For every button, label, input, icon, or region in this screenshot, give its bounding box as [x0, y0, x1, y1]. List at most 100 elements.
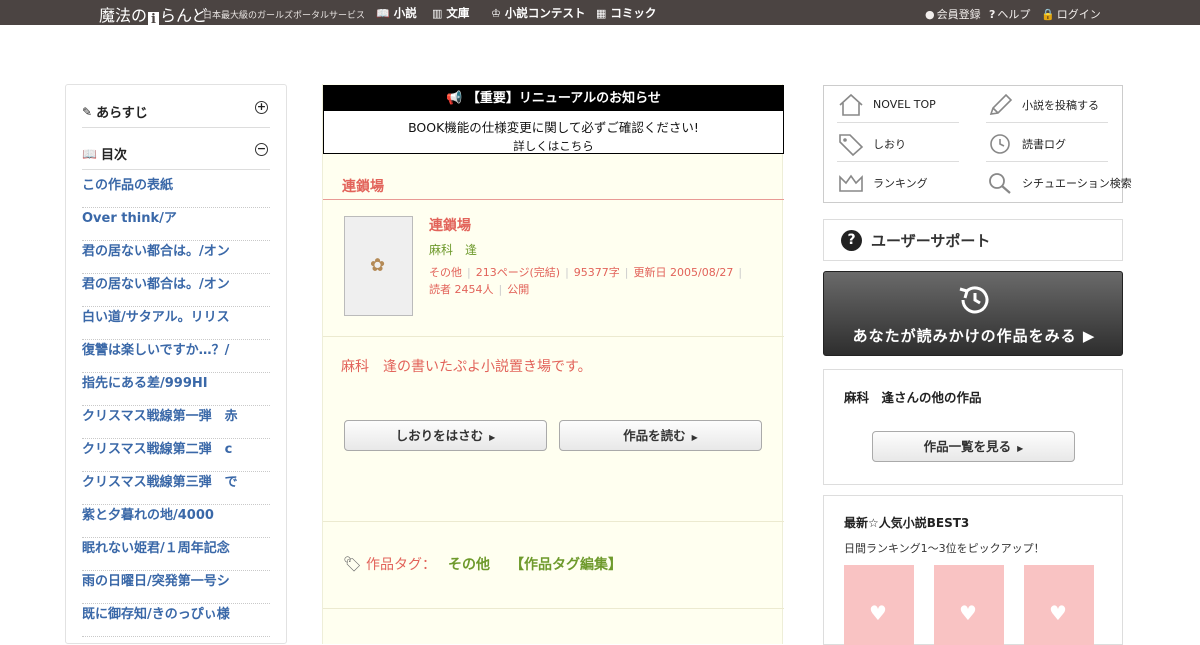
toc-item[interactable]: 君の居ない都合は。/オン — [82, 274, 270, 307]
megaphone-icon: 📢 — [446, 91, 467, 106]
work-author[interactable]: 麻科 逢 — [429, 241, 477, 258]
meta-readers: 読者 2454人 — [429, 283, 494, 296]
meta-updated: 更新日 2005/08/27 — [633, 266, 734, 279]
edit-icon: ✎ — [82, 104, 93, 119]
work-meta: その他 | 213ページ(完結) | 95377字 | 更新日 2005/08/27 |読者 … — [429, 266, 743, 296]
divider — [323, 336, 784, 337]
divider — [323, 521, 784, 522]
toc-item[interactable]: Over think/ア — [82, 208, 270, 241]
meta-status: 公開 — [507, 283, 530, 296]
toc-item[interactable]: この作品の表紙 — [82, 175, 270, 208]
tag-icon: 🏷 — [343, 555, 363, 573]
toc-item[interactable]: クリスマス戦線第二弾 c — [82, 439, 270, 472]
meta-genre[interactable]: その他 — [429, 266, 462, 279]
summary-toggle[interactable]: ✎ あらすじ + — [82, 101, 270, 128]
home-icon — [839, 93, 863, 116]
heart-icon: ♥ — [869, 601, 887, 625]
toc-item[interactable]: 指先にある差/999HI — [82, 373, 270, 406]
best3-thumb[interactable]: ♥ — [844, 565, 914, 645]
toc-item[interactable]: 眠れない姫君/１周年記念 — [82, 538, 270, 571]
menu-situation-search[interactable]: シチュエーション検索 — [986, 165, 1132, 201]
divider — [323, 608, 784, 609]
continue-reading-label: あなたが読みかけの作品をみる ▶ — [852, 327, 1096, 345]
heart-icon: ♥ — [959, 601, 977, 625]
best3-subtitle: 日間ランキング1～3位をピックアップ！ — [844, 542, 1045, 555]
tag-outline-icon — [839, 133, 864, 156]
cover-image[interactable]: ✿ — [344, 216, 413, 316]
lock-icon: 🔒 — [1041, 7, 1055, 21]
search-icon — [989, 173, 1011, 194]
main-content: 📢 【重要】リニューアルのお知らせ BOOK機能の仕様変更に関して必ずご確認くだ… — [322, 84, 784, 644]
plus-circle-icon[interactable]: + — [255, 101, 268, 114]
notice-link[interactable]: 詳しくはこちら — [324, 138, 783, 154]
toc-item[interactable]: クリスマス戦線第三弾 で — [82, 472, 270, 505]
other-works-title: 麻科 逢さんの他の作品 — [844, 390, 982, 405]
support-label: ユーザーサポート — [871, 231, 991, 250]
notice-box[interactable]: 📢 【重要】リニューアルのお知らせ BOOK機能の仕様変更に関して必ずご確認くだ… — [323, 85, 784, 154]
toc-list: この作品の表紙 Over think/ア 君の居ない都合は。/オン 君の居ない都… — [82, 175, 270, 637]
login-link[interactable]: 🔒 ログイン — [1041, 6, 1101, 22]
best3-thumb[interactable]: ♥ — [934, 565, 1004, 645]
history-icon — [990, 133, 1010, 154]
site-tagline: 日本最大級のガールズポータルサービス — [203, 11, 366, 21]
toc-item[interactable]: 紫と夕暮れの地/4000 — [82, 505, 270, 538]
toc-item[interactable]: 既に御存知/きのっぴぃ様 — [82, 604, 270, 637]
open-book-icon: 📖 — [82, 146, 97, 161]
read-button[interactable]: 作品を読む ▶ — [559, 420, 762, 451]
work-description: 麻科 逢の書いたぷよ小説置き場です。 — [341, 359, 592, 375]
menu-reading-log[interactable]: 読書ログ — [986, 126, 1108, 162]
toc-item[interactable]: 白い道/サタアル。リリス — [82, 307, 270, 340]
crown-icon — [839, 174, 863, 192]
bookmark-button[interactable]: しおりをはさむ ▶ — [344, 420, 547, 451]
sidebar: ✎ あらすじ + 📖 目次 − この作品の表紙 Over think/ア 君の居… — [65, 84, 287, 644]
person-icon: ● — [925, 7, 935, 21]
help-icon: ? — [989, 7, 996, 21]
tag-row: 🏷 作品タグ： その他 【作品タグ編集】 — [343, 554, 622, 574]
pencil-icon — [989, 93, 1013, 115]
nav-comic[interactable]: ▦ コミック — [596, 5, 656, 21]
book-icon: 📖 — [376, 6, 390, 20]
best3-box: 最新☆人気小説BEST3 日間ランキング1～3位をピックアップ！ ♥ ♥ ♥ — [823, 495, 1123, 645]
best3-thumb[interactable]: ♥ — [1024, 565, 1094, 645]
nav-contest[interactable]: ♔ 小説コンテスト — [491, 5, 585, 21]
toc-toggle[interactable]: 📖 目次 − — [82, 143, 270, 170]
summary-label: あらすじ — [96, 106, 148, 121]
question-icon: ? — [841, 229, 862, 251]
work-title[interactable]: 連鎖場 — [429, 215, 471, 235]
books-icon: ▥ — [432, 6, 443, 20]
toc-item[interactable]: 復讐は楽しいですか…？/ — [82, 340, 270, 373]
works-list-button[interactable]: 作品一覧を見る ▶ — [872, 431, 1075, 462]
section-title: 連鎖場 — [342, 179, 384, 195]
top-bar: 魔法の i らんど 日本最大級のガールズポータルサービス 📖 小説 ▥ 文庫 ♔ 小説コン… — [0, 0, 1200, 28]
meta-pages: 213ページ(完結) — [475, 266, 561, 279]
register-link[interactable]: ● 会員登録 — [925, 6, 981, 22]
section-divider — [323, 199, 784, 200]
flower-icon: ✿ — [370, 255, 386, 276]
toc-item[interactable]: 君の居ない都合は。/オン — [82, 241, 270, 274]
tag-value[interactable]: その他 — [448, 554, 490, 574]
nav-novel[interactable]: 📖 小説 — [376, 5, 417, 21]
menu-novel-top[interactable]: NOVEL TOP — [837, 87, 959, 123]
user-support-link[interactable]: ? ユーザーサポート — [823, 219, 1123, 261]
help-link[interactable]: ? ヘルプ — [989, 6, 1030, 22]
best3-title: 最新☆人気小説BEST3 — [844, 516, 970, 530]
nav-bunko[interactable]: ▥ 文庫 — [432, 5, 469, 21]
comic-icon: ▦ — [596, 6, 607, 20]
menu-post-novel[interactable]: 小説を投稿する — [986, 87, 1108, 123]
notice-line: BOOK機能の仕様変更に関して必ずご確認ください! — [408, 120, 699, 135]
tag-label: 作品タグ： — [366, 557, 437, 573]
toc-item[interactable]: 雨の日曜日/突発第一号シ — [82, 571, 270, 604]
meta-chars: 95377字 — [573, 266, 620, 279]
menu-ranking[interactable]: ランキング — [837, 165, 959, 201]
heart-icon: ♥ — [1049, 601, 1067, 625]
site-logo[interactable]: 魔法の i らんど — [99, 2, 208, 28]
trophy-icon: ♔ — [491, 6, 501, 20]
tag-edit-link[interactable]: 【作品タグ編集】 — [510, 554, 622, 574]
minus-circle-icon[interactable]: − — [255, 143, 268, 156]
continue-reading-banner[interactable]: あなたが読みかけの作品をみる ▶ — [823, 271, 1123, 356]
notice-title-bar: 📢 【重要】リニューアルのお知らせ — [324, 86, 783, 111]
toc-item[interactable]: クリスマス戦線第一弾 赤 — [82, 406, 270, 439]
other-works-box: 麻科 逢さんの他の作品 作品一覧を見る ▶ — [823, 369, 1123, 485]
menu-bookmarks[interactable]: しおり — [837, 126, 959, 162]
history-clock-icon — [959, 286, 989, 314]
